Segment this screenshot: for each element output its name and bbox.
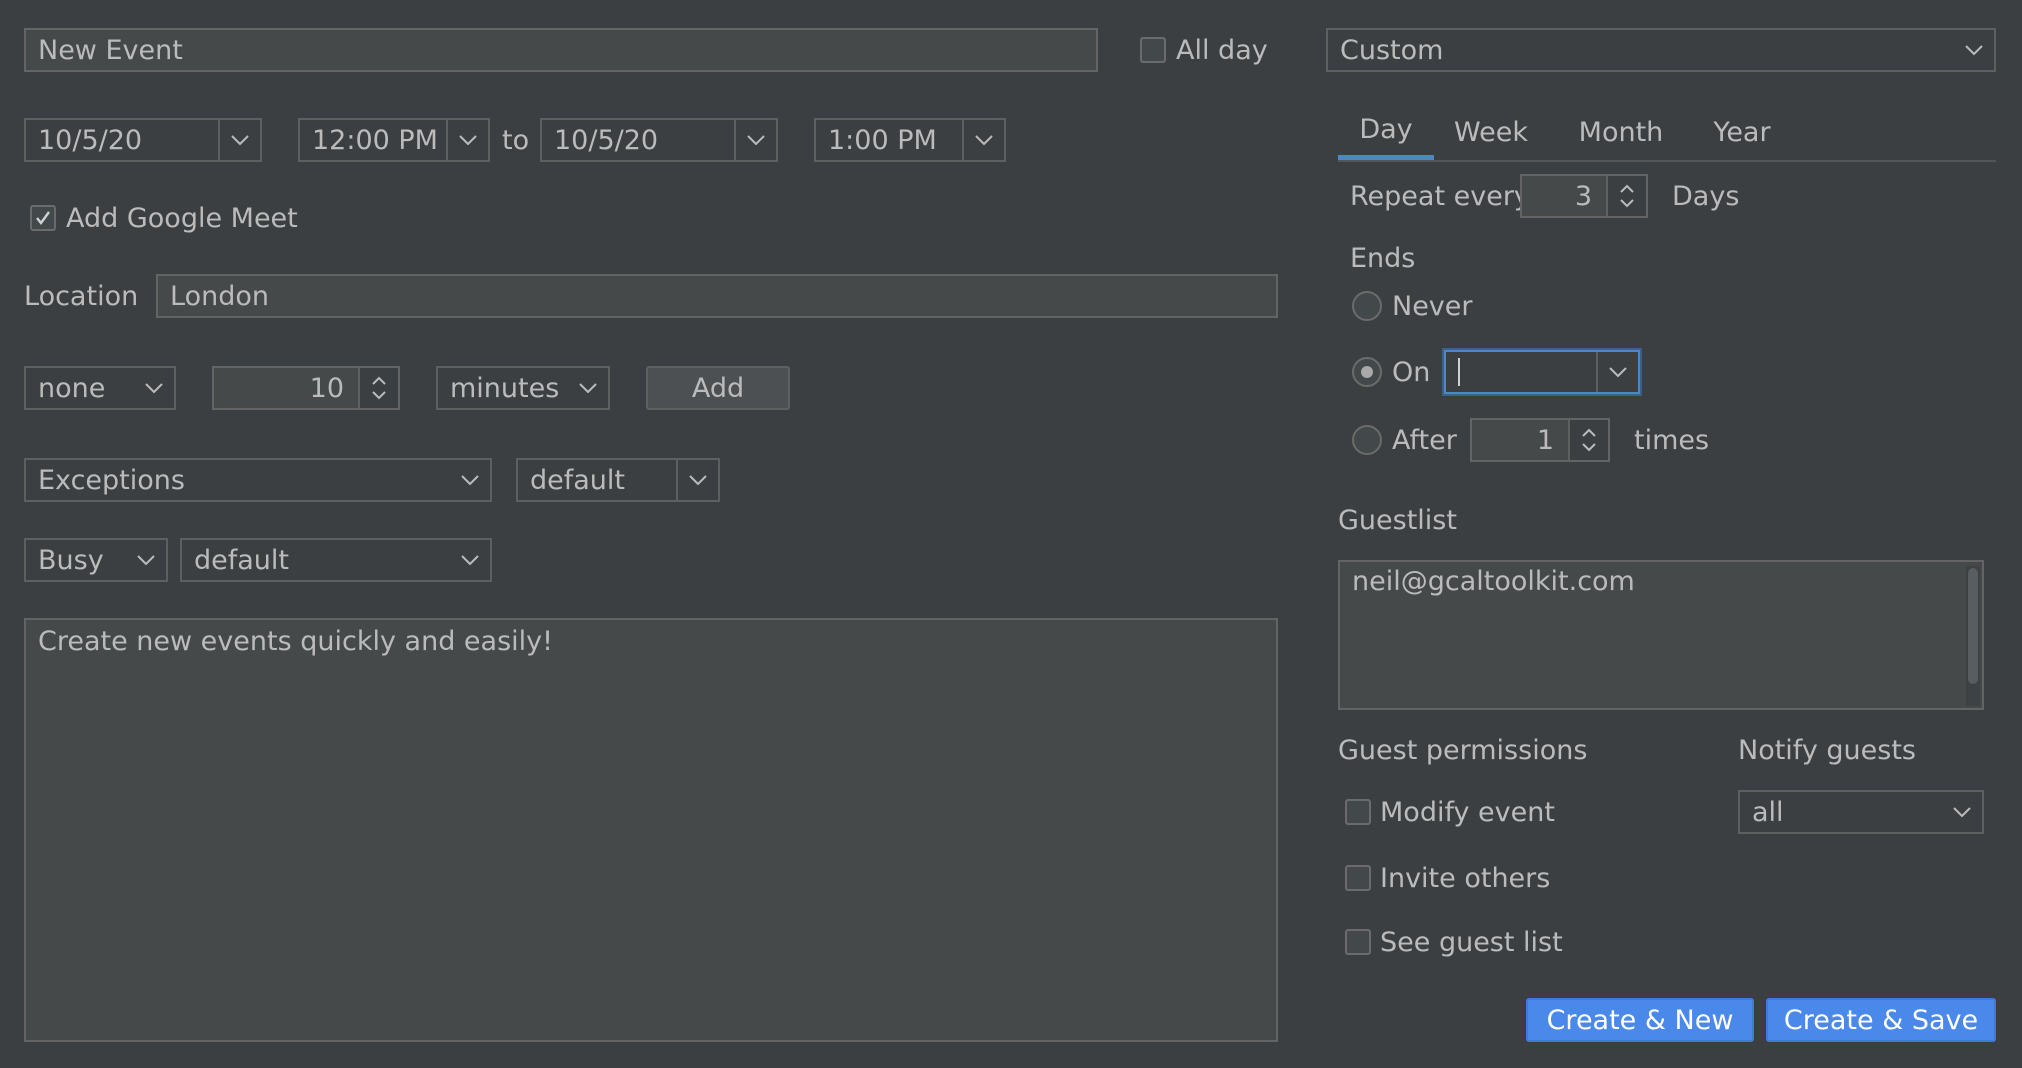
tab-week[interactable]: Week (1442, 104, 1540, 160)
reminder-amount-value: 10 (309, 372, 344, 404)
tab-year[interactable]: Year (1692, 104, 1792, 160)
chevron-down-icon[interactable] (1596, 352, 1638, 392)
modify-event-label: Modify event (1380, 796, 1555, 828)
tab-year-label: Year (1713, 116, 1771, 148)
chevron-down-icon (126, 540, 166, 580)
repeat-every-value: 3 (1574, 180, 1592, 212)
modify-event-checkbox[interactable] (1345, 799, 1371, 825)
ends-on-date-value (1446, 352, 1596, 392)
recurrence-preset-value: Custom (1340, 34, 1444, 66)
exceptions-select[interactable]: Exceptions (24, 458, 492, 502)
location-label: Location (24, 280, 139, 312)
invite-others-label: Invite others (1380, 862, 1551, 894)
stepper-arrows-icon[interactable] (1568, 420, 1608, 460)
repeat-every-label: Repeat every (1350, 180, 1530, 212)
description-textarea[interactable]: Create new events quickly and easily! (24, 618, 1278, 1042)
add-google-meet-label: Add Google Meet (66, 202, 298, 234)
see-guest-list-label: See guest list (1380, 926, 1563, 958)
end-date-value: 10/5/20 (554, 124, 659, 156)
reminder-unit-value: minutes (450, 372, 560, 404)
guestlist-value: neil@gcaltoolkit.com (1352, 566, 1635, 597)
guestlist-scrollbar[interactable] (1966, 566, 1980, 706)
ends-on-radio[interactable] (1352, 357, 1382, 387)
see-guest-list-checkbox[interactable] (1345, 929, 1371, 955)
busy-select[interactable]: Busy (24, 538, 168, 582)
chevron-down-icon (568, 368, 608, 408)
start-time-picker[interactable]: 12:00 PM (298, 118, 490, 162)
chevron-down-icon (134, 368, 174, 408)
ends-after-radio[interactable] (1352, 425, 1382, 455)
ends-after-stepper[interactable]: 1 (1470, 418, 1610, 462)
end-time-value: 1:00 PM (828, 124, 937, 156)
notify-guests-select[interactable]: all (1738, 790, 1984, 834)
tab-day-label: Day (1359, 114, 1413, 145)
start-time-value: 12:00 PM (312, 124, 438, 156)
reminder-unit-select[interactable]: minutes (436, 366, 610, 410)
chevron-down-icon[interactable] (962, 120, 1004, 160)
add-reminder-button[interactable]: Add (646, 366, 790, 410)
notify-guests-label: Notify guests (1738, 734, 1916, 766)
tab-day[interactable]: Day (1338, 104, 1434, 160)
chevron-down-icon (450, 540, 490, 580)
guest-permissions-label: Guest permissions (1338, 734, 1588, 766)
invite-others-checkbox[interactable] (1345, 865, 1371, 891)
ends-on-date-picker[interactable] (1444, 350, 1640, 394)
chevron-down-icon (1954, 30, 1994, 70)
color-select[interactable]: default (180, 538, 492, 582)
ends-after-label: After (1392, 424, 1457, 456)
all-day-label: All day (1176, 34, 1268, 66)
end-time-picker[interactable]: 1:00 PM (814, 118, 1006, 162)
tab-month[interactable]: Month (1560, 104, 1682, 160)
visibility-select[interactable]: default (516, 458, 720, 502)
tab-month-label: Month (1578, 116, 1664, 148)
repeat-unit-label: Days (1672, 180, 1740, 212)
busy-value: Busy (38, 544, 104, 576)
ends-after-value: 1 (1536, 424, 1554, 456)
event-title-value: New Event (38, 34, 183, 66)
visibility-value: default (530, 464, 626, 496)
repeat-every-stepper[interactable]: 3 (1520, 174, 1648, 218)
stepper-arrows-icon[interactable] (1606, 176, 1646, 216)
start-date-picker[interactable]: 10/5/20 (24, 118, 262, 162)
create-and-new-button[interactable]: Create & New (1526, 998, 1754, 1042)
ends-never-radio[interactable] (1352, 291, 1382, 321)
ends-on-label: On (1392, 356, 1431, 388)
ends-label: Ends (1350, 242, 1416, 274)
end-date-picker[interactable]: 10/5/20 (540, 118, 778, 162)
guestlist-label: Guestlist (1338, 504, 1457, 536)
exceptions-value: Exceptions (38, 464, 185, 496)
ends-never-label: Never (1392, 290, 1473, 322)
text-cursor (1458, 358, 1460, 386)
reminder-type-select[interactable]: none (24, 366, 176, 410)
chevron-down-icon (450, 460, 490, 500)
times-label: times (1634, 424, 1710, 456)
chevron-down-icon[interactable] (218, 120, 260, 160)
location-value: London (170, 280, 269, 312)
location-input[interactable]: London (156, 274, 1278, 318)
chevron-down-icon (676, 460, 718, 500)
recurrence-tab-bar: Day Week Month Year (1338, 104, 1996, 162)
reminder-type-value: none (38, 372, 106, 404)
to-label: to (502, 124, 530, 156)
guestlist-textarea[interactable]: neil@gcaltoolkit.com (1338, 560, 1984, 710)
create-and-save-button[interactable]: Create & Save (1766, 998, 1996, 1042)
reminder-amount-stepper[interactable]: 10 (212, 366, 400, 410)
checkmark-icon (36, 211, 50, 225)
event-title-input[interactable]: New Event (24, 28, 1098, 72)
chevron-down-icon (1942, 792, 1982, 832)
description-text: Create new events quickly and easily! (38, 626, 553, 657)
stepper-arrows-icon[interactable] (358, 368, 398, 408)
all-day-checkbox[interactable] (1140, 37, 1166, 63)
add-google-meet-checkbox[interactable] (30, 205, 56, 231)
start-date-value: 10/5/20 (38, 124, 143, 156)
chevron-down-icon[interactable] (734, 120, 776, 160)
notify-guests-value: all (1752, 796, 1784, 828)
color-value: default (194, 544, 290, 576)
recurrence-preset-select[interactable]: Custom (1326, 28, 1996, 72)
chevron-down-icon[interactable] (446, 120, 488, 160)
tab-week-label: Week (1454, 116, 1528, 148)
